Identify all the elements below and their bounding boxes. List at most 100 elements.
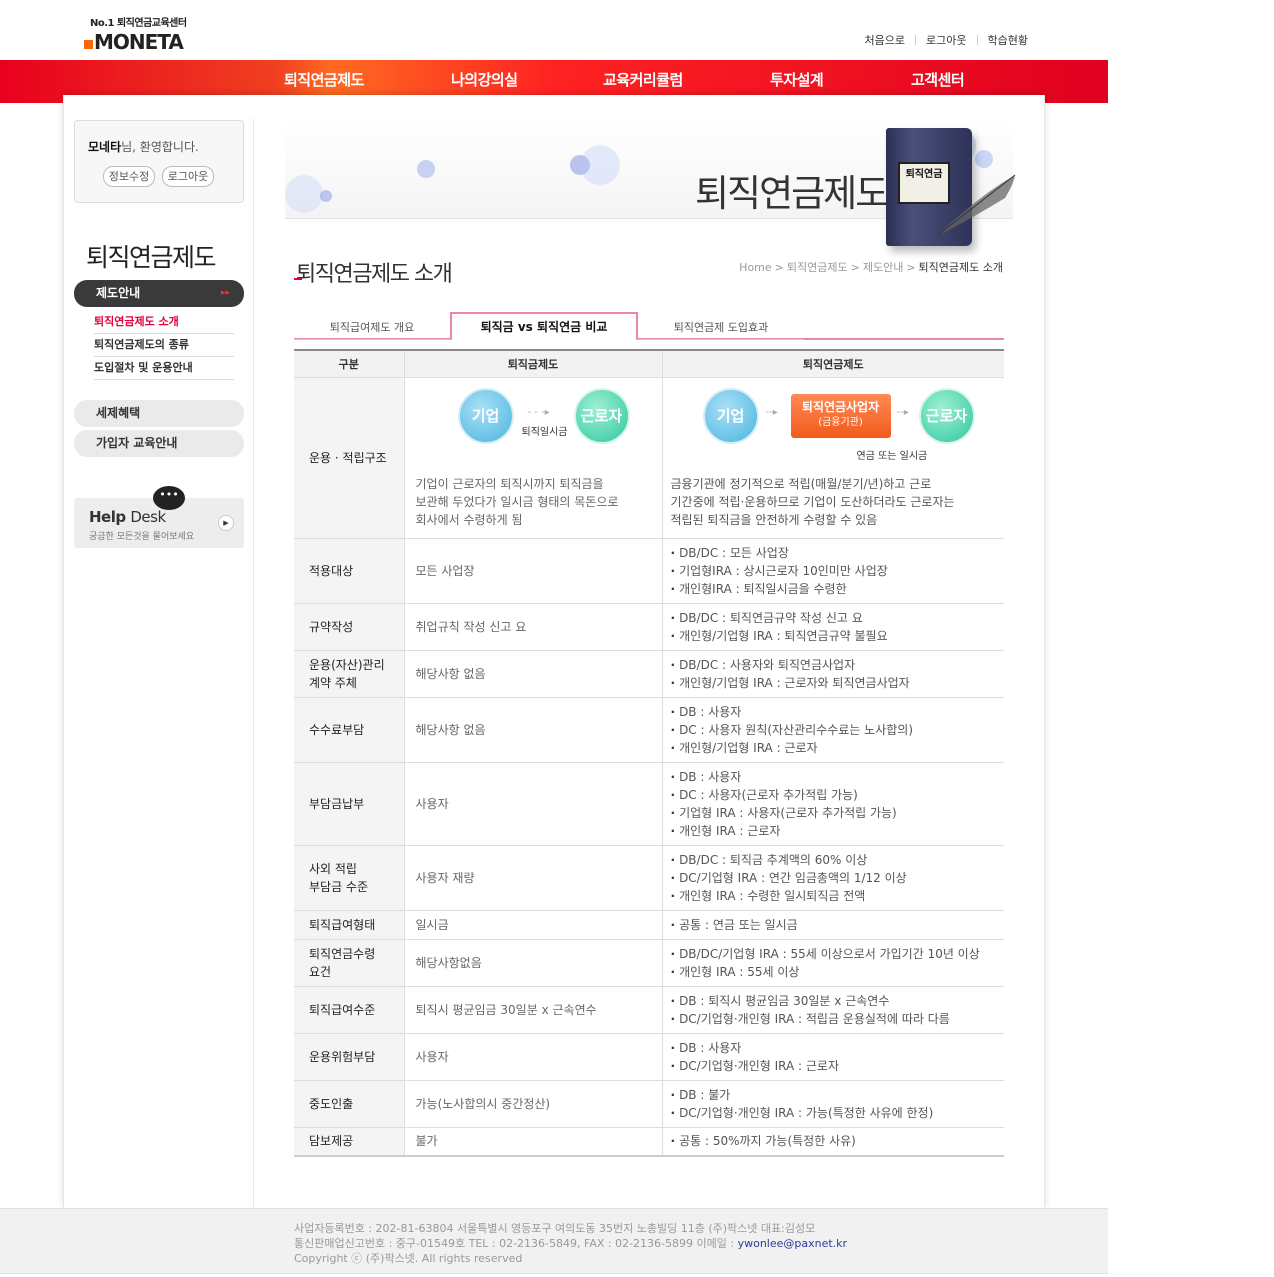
study-status-link[interactable]: 학습현황 bbox=[988, 32, 1028, 48]
lnb-sub-intro[interactable]: 퇴직연금제도 소개 bbox=[94, 311, 234, 334]
row-key-line: 운용위험부담 bbox=[309, 1049, 376, 1064]
footer-email-link[interactable]: ywonlee@paxnet.kr bbox=[738, 1237, 847, 1250]
play-arrow-icon[interactable]: ▶ bbox=[218, 515, 234, 531]
user-name: 모네타 bbox=[88, 140, 122, 154]
table-row: 수수료부담해당사항 없음DB : 사용자DC : 사용자 원칙(자산관리수수료는… bbox=[294, 697, 1005, 763]
row-key: 운용위험부담 bbox=[294, 1033, 405, 1081]
lnb-item-label: 제도안내 bbox=[96, 286, 141, 300]
breadcrumb-home[interactable]: Home bbox=[739, 261, 771, 274]
pension-bullet: DC : 사용자 원칙(자산관리수수료는 노사합의) bbox=[671, 721, 1005, 739]
row-key: 부담금납부 bbox=[294, 762, 405, 846]
row-key-line: 퇴직급여형태 bbox=[309, 917, 376, 932]
chat-bubble-icon: ••• bbox=[153, 486, 185, 510]
tab-adoption-effect[interactable]: 퇴직연금제 도입효과 bbox=[638, 315, 804, 340]
logo-tagline: No.1 퇴직연금교육센터 bbox=[90, 18, 187, 29]
pension-cell: DB/DC/기업형 IRA : 55세 이상으로서 가입기간 10년 이상개인형… bbox=[662, 939, 1005, 987]
row-key-line: 퇴직연금수령 bbox=[309, 946, 376, 961]
row-key: 규약작성 bbox=[294, 603, 405, 651]
decor-circle bbox=[975, 150, 993, 168]
pension-bullet: 기업형 IRA : 사용자(근로자 추가적립 가능) bbox=[671, 804, 1005, 822]
table-row: 퇴직급여수준퇴직시 평균임금 30일분 x 근속연수DB : 퇴직시 평균임금 … bbox=[294, 986, 1004, 1034]
welcome-text: 님, 환영합니다. bbox=[121, 140, 199, 154]
gnb-item-investment[interactable]: 투자설계 bbox=[770, 69, 824, 90]
lnb-item-tax-benefit[interactable]: 세제혜택 bbox=[74, 400, 244, 427]
lnb-item-system-guide[interactable]: 제도안내 ▸▸ bbox=[74, 280, 244, 307]
decor-circle bbox=[417, 160, 435, 178]
divider bbox=[915, 35, 917, 45]
lnb-item-member-education[interactable]: 가입자 교육안내 bbox=[74, 430, 244, 457]
pension-bullet: DB : 사용자 bbox=[671, 703, 1005, 721]
pension-desc-1: 금융기관에 정기적으로 적립(매월/분기/년)하고 근로 bbox=[670, 476, 932, 491]
logout-link[interactable]: 로그아웃 bbox=[926, 32, 966, 48]
lnb-sub-types[interactable]: 퇴직연금제도의 종류 bbox=[94, 334, 234, 357]
breadcrumb-pension-system[interactable]: 퇴직연금제도 bbox=[787, 261, 848, 274]
row-key: 퇴직급여수준 bbox=[294, 986, 405, 1034]
row-key: 퇴직연금수령 요건 bbox=[294, 939, 405, 987]
table-row: 중도인출가능(노사합의시 중간정산)DB : 불가DC/기업형·개인형 IRA … bbox=[294, 1080, 1005, 1128]
pension-bullet: DB/DC : 퇴직연금규약 작성 신고 요 bbox=[671, 609, 1005, 627]
pension-bullet: 개인형 IRA : 55세 이상 bbox=[671, 963, 1005, 981]
pension-structure-cell: 기업 --▸ 퇴직연금사업자 (금융기관) --▸ 근로자 연금 또는 일시금 … bbox=[662, 377, 1004, 539]
severance-desc-3: 회사에서 수령하게 됨 bbox=[415, 512, 523, 527]
pension-bullet: 개인형 IRA : 근로자 bbox=[671, 822, 1005, 840]
help-desk-banner[interactable]: ••• Help Desk 궁금한 모든것을 물어보세요 ▶ bbox=[74, 486, 244, 548]
edit-info-button[interactable]: 정보수정 bbox=[103, 166, 155, 187]
breadcrumb-system-guide[interactable]: 제도안내 bbox=[863, 261, 903, 274]
title-accent-bar bbox=[294, 278, 302, 280]
table-row: 적용대상모든 사업장DB/DC : 모든 사업장기업형IRA : 상시근로자 1… bbox=[294, 538, 1005, 604]
pension-cell: DB : 사용자DC/기업형·개인형 IRA : 근로자 bbox=[662, 1033, 1005, 1081]
table-row: 담보제공 불가 공통 : 50%까지 가능(특정한 사유) bbox=[294, 1127, 1005, 1157]
row-key: 수수료부담 bbox=[294, 697, 405, 763]
header-pension: 퇴직연금제도 bbox=[662, 350, 1004, 378]
helpdesk-title-desk: Desk bbox=[130, 508, 166, 526]
severance-cell: 가능(노사합의시 중간정산) bbox=[404, 1080, 663, 1128]
logout-button[interactable]: 로그아웃 bbox=[162, 166, 214, 187]
pension-bullet: 개인형IRA : 퇴직일시금을 수령한 bbox=[671, 580, 1005, 598]
gnb-item-pension-system[interactable]: 퇴직연금제도 bbox=[284, 69, 364, 90]
row-key-line: 퇴직급여수준 bbox=[309, 1002, 376, 1017]
company-circle: 기업 bbox=[702, 387, 759, 444]
left-column-divider bbox=[253, 118, 254, 1208]
pension-bullet: 개인형/기업형 IRA : 근로자와 퇴직연금사업자 bbox=[671, 674, 1005, 692]
helpdesk-title: Help bbox=[89, 508, 126, 526]
severance-cell: 모든 사업장 bbox=[404, 538, 663, 604]
pension-bullet: 공통 : 50%까지 가능(특정한 사유) bbox=[671, 1132, 1005, 1150]
pension-bullet: DC/기업형·개인형 IRA : 근로자 bbox=[671, 1057, 1005, 1075]
severance-cell: 해당사항없음 bbox=[404, 939, 663, 987]
moneta-logo[interactable]: No.1 퇴직연금교육센터 MONETA bbox=[84, 14, 204, 54]
content-tabs: 퇴직급여제도 개요 퇴직금 vs 퇴직연금 비교 퇴직연금제 도입효과 bbox=[294, 312, 1004, 340]
company-circle: 기업 bbox=[457, 387, 514, 444]
welcome-box: 모네타님, 환영합니다. 정보수정 로그아웃 bbox=[74, 120, 244, 203]
logo-square-icon bbox=[84, 40, 93, 49]
severance-lump-label: 퇴직일시금 bbox=[521, 426, 568, 438]
dashed-arrow-icon: --▸ bbox=[896, 406, 909, 418]
row-key-line: 운용(자산)관리 bbox=[309, 657, 385, 672]
pension-bullet: DB/DC : 사용자와 퇴직연금사업자 bbox=[671, 656, 1005, 674]
pension-bullet: DB : 불가 bbox=[671, 1086, 1005, 1104]
pension-cell: DB : 사용자DC : 사용자 원칙(자산관리수수료는 노사합의)개인형/기업… bbox=[662, 697, 1005, 763]
decor-circle bbox=[285, 175, 323, 213]
pension-cell: DB/DC : 사용자와 퇴직연금사업자개인형/기업형 IRA : 근로자와 퇴… bbox=[662, 650, 1005, 698]
chevron-right-icon: > bbox=[850, 261, 860, 274]
gnb-item-my-classroom[interactable]: 나의강의실 bbox=[451, 69, 518, 90]
gnb-item-customer-center[interactable]: 고객센터 bbox=[911, 69, 965, 90]
worker-circle: 근로자 bbox=[918, 387, 975, 444]
severance-desc-2: 보관해 두었다가 일시금 형태의 목돈으로 bbox=[415, 494, 619, 509]
home-link[interactable]: 처음으로 bbox=[865, 32, 905, 48]
pension-bullet: 개인형 IRA : 수령한 일시퇴직금 전액 bbox=[671, 887, 1005, 905]
tab-overview[interactable]: 퇴직급여제도 개요 bbox=[294, 315, 450, 340]
severance-cell: 사용자 bbox=[404, 762, 663, 846]
tab-comparison[interactable]: 퇴직금 vs 퇴직연금 비교 bbox=[450, 312, 638, 340]
worker-circle: 근로자 bbox=[573, 387, 630, 444]
row-key-line: 부담금 수준 bbox=[309, 879, 369, 894]
header-category: 구분 bbox=[294, 350, 405, 378]
table-row: 운용(자산)관리계약 주체해당사항 없음DB/DC : 사용자와 퇴직연금사업자… bbox=[294, 650, 1005, 698]
gnb-item-curriculum[interactable]: 교육커리큘럼 bbox=[603, 69, 683, 90]
pension-desc-3: 적립된 퇴직금을 안전하게 수령할 수 있음 bbox=[670, 512, 878, 527]
page-title: 퇴직연금제도 소개 bbox=[294, 262, 453, 287]
row-key-line: 적용대상 bbox=[309, 563, 354, 578]
severance-cell: 사용자 bbox=[404, 1033, 663, 1081]
lnb-sub-procedure[interactable]: 도입절차 및 운용안내 bbox=[94, 357, 234, 380]
row-key-line: 담보제공 bbox=[309, 1134, 354, 1149]
pension-bullet: DB/DC : 모든 사업장 bbox=[671, 544, 1005, 562]
